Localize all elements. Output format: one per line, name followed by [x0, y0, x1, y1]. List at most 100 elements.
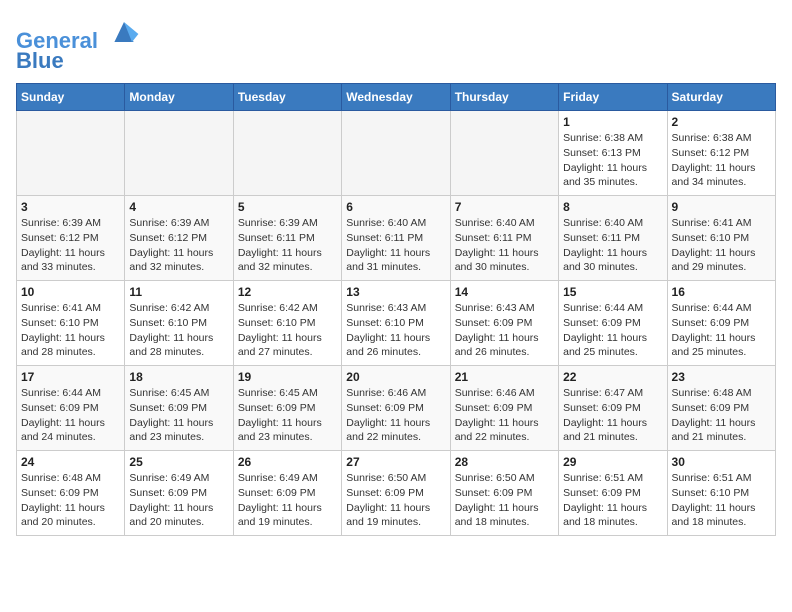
day-number: 19 [238, 370, 337, 384]
column-header-wednesday: Wednesday [342, 84, 450, 111]
day-number: 18 [129, 370, 228, 384]
day-number: 29 [563, 455, 662, 469]
calendar-cell: 14 Sunrise: 6:43 AM Sunset: 6:09 PM Dayli… [450, 281, 558, 366]
day-info: Sunrise: 6:49 AM Sunset: 6:09 PM Dayligh… [238, 471, 337, 530]
day-number: 14 [455, 285, 554, 299]
day-number: 5 [238, 200, 337, 214]
calendar-cell: 11 Sunrise: 6:42 AM Sunset: 6:10 PM Dayli… [125, 281, 233, 366]
day-number: 9 [672, 200, 771, 214]
day-info: Sunrise: 6:43 AM Sunset: 6:09 PM Dayligh… [455, 301, 554, 360]
calendar-week-2: 3Sunrise: 6:39 AM Sunset: 6:12 PM Daylig… [17, 196, 776, 281]
calendar-cell: 9 Sunrise: 6:41 AM Sunset: 6:10 PM Daylig… [667, 196, 775, 281]
day-number: 30 [672, 455, 771, 469]
calendar-week-3: 10 Sunrise: 6:41 AM Sunset: 6:10 PM Dayli… [17, 281, 776, 366]
day-number: 24 [21, 455, 120, 469]
day-info: Sunrise: 6:48 AM Sunset: 6:09 PM Dayligh… [21, 471, 120, 530]
day-number: 1 [563, 115, 662, 129]
day-info: Sunrise: 6:51 AM Sunset: 6:10 PM Dayligh… [672, 471, 771, 530]
day-info: Sunrise: 6:42 AM Sunset: 6:10 PM Dayligh… [238, 301, 337, 360]
day-number: 4 [129, 200, 228, 214]
day-info: Sunrise: 6:50 AM Sunset: 6:09 PM Dayligh… [455, 471, 554, 530]
day-number: 16 [672, 285, 771, 299]
calendar-cell: 8 Sunrise: 6:40 AM Sunset: 6:11 PM Daylig… [559, 196, 667, 281]
calendar-cell [342, 111, 450, 196]
day-info: Sunrise: 6:43 AM Sunset: 6:10 PM Dayligh… [346, 301, 445, 360]
day-number: 21 [455, 370, 554, 384]
calendar-cell: 4Sunrise: 6:39 AM Sunset: 6:12 PM Daylig… [125, 196, 233, 281]
calendar-cell: 1 Sunrise: 6:38 AM Sunset: 6:13 PM Daylig… [559, 111, 667, 196]
day-info: Sunrise: 6:47 AM Sunset: 6:09 PM Dayligh… [563, 386, 662, 445]
calendar-cell: 23 Sunrise: 6:48 AM Sunset: 6:09 PM Dayli… [667, 366, 775, 451]
calendar-cell: 2 Sunrise: 6:38 AM Sunset: 6:12 PM Daylig… [667, 111, 775, 196]
column-header-thursday: Thursday [450, 84, 558, 111]
calendar-cell: 22 Sunrise: 6:47 AM Sunset: 6:09 PM Dayli… [559, 366, 667, 451]
day-info: Sunrise: 6:41 AM Sunset: 6:10 PM Dayligh… [21, 301, 120, 360]
logo: General Blue [16, 16, 140, 73]
calendar-cell: 21Sunrise: 6:46 AM Sunset: 6:09 PM Dayli… [450, 366, 558, 451]
day-info: Sunrise: 6:48 AM Sunset: 6:09 PM Dayligh… [672, 386, 771, 445]
calendar-cell: 7 Sunrise: 6:40 AM Sunset: 6:11 PM Daylig… [450, 196, 558, 281]
day-info: Sunrise: 6:45 AM Sunset: 6:09 PM Dayligh… [129, 386, 228, 445]
calendar-table: SundayMondayTuesdayWednesdayThursdayFrid… [16, 83, 776, 536]
day-number: 12 [238, 285, 337, 299]
calendar-week-4: 17 Sunrise: 6:44 AM Sunset: 6:09 PM Dayli… [17, 366, 776, 451]
day-number: 26 [238, 455, 337, 469]
day-info: Sunrise: 6:42 AM Sunset: 6:10 PM Dayligh… [129, 301, 228, 360]
calendar-cell: 24 Sunrise: 6:48 AM Sunset: 6:09 PM Dayli… [17, 451, 125, 536]
calendar-cell: 30 Sunrise: 6:51 AM Sunset: 6:10 PM Dayli… [667, 451, 775, 536]
day-number: 2 [672, 115, 771, 129]
day-info: Sunrise: 6:44 AM Sunset: 6:09 PM Dayligh… [672, 301, 771, 360]
day-number: 28 [455, 455, 554, 469]
day-info: Sunrise: 6:51 AM Sunset: 6:09 PM Dayligh… [563, 471, 662, 530]
calendar-cell: 28 Sunrise: 6:50 AM Sunset: 6:09 PM Dayli… [450, 451, 558, 536]
day-info: Sunrise: 6:46 AM Sunset: 6:09 PM Dayligh… [346, 386, 445, 445]
logo-icon [108, 16, 140, 48]
calendar-week-5: 24 Sunrise: 6:48 AM Sunset: 6:09 PM Dayli… [17, 451, 776, 536]
day-info: Sunrise: 6:44 AM Sunset: 6:09 PM Dayligh… [563, 301, 662, 360]
day-info: Sunrise: 6:40 AM Sunset: 6:11 PM Dayligh… [455, 216, 554, 275]
column-header-sunday: Sunday [17, 84, 125, 111]
calendar-week-1: 1 Sunrise: 6:38 AM Sunset: 6:13 PM Daylig… [17, 111, 776, 196]
day-number: 10 [21, 285, 120, 299]
day-info: Sunrise: 6:49 AM Sunset: 6:09 PM Dayligh… [129, 471, 228, 530]
day-number: 13 [346, 285, 445, 299]
day-number: 17 [21, 370, 120, 384]
day-info: Sunrise: 6:40 AM Sunset: 6:11 PM Dayligh… [346, 216, 445, 275]
day-info: Sunrise: 6:41 AM Sunset: 6:10 PM Dayligh… [672, 216, 771, 275]
day-info: Sunrise: 6:40 AM Sunset: 6:11 PM Dayligh… [563, 216, 662, 275]
day-number: 15 [563, 285, 662, 299]
day-number: 25 [129, 455, 228, 469]
calendar-cell: 27 Sunrise: 6:50 AM Sunset: 6:09 PM Dayli… [342, 451, 450, 536]
day-number: 7 [455, 200, 554, 214]
day-info: Sunrise: 6:39 AM Sunset: 6:11 PM Dayligh… [238, 216, 337, 275]
calendar-cell: 16 Sunrise: 6:44 AM Sunset: 6:09 PM Dayli… [667, 281, 775, 366]
calendar-cell: 12 Sunrise: 6:42 AM Sunset: 6:10 PM Dayli… [233, 281, 341, 366]
calendar-cell: 5 Sunrise: 6:39 AM Sunset: 6:11 PM Daylig… [233, 196, 341, 281]
day-info: Sunrise: 6:39 AM Sunset: 6:12 PM Dayligh… [21, 216, 120, 275]
day-number: 27 [346, 455, 445, 469]
day-number: 8 [563, 200, 662, 214]
calendar-cell: 18 Sunrise: 6:45 AM Sunset: 6:09 PM Dayli… [125, 366, 233, 451]
calendar-cell: 19Sunrise: 6:45 AM Sunset: 6:09 PM Dayli… [233, 366, 341, 451]
day-info: Sunrise: 6:50 AM Sunset: 6:09 PM Dayligh… [346, 471, 445, 530]
day-number: 6 [346, 200, 445, 214]
calendar-cell: 15 Sunrise: 6:44 AM Sunset: 6:09 PM Dayli… [559, 281, 667, 366]
page-header: General Blue [16, 16, 776, 73]
day-info: Sunrise: 6:38 AM Sunset: 6:12 PM Dayligh… [672, 131, 771, 190]
day-number: 22 [563, 370, 662, 384]
day-number: 23 [672, 370, 771, 384]
calendar-cell [233, 111, 341, 196]
column-header-tuesday: Tuesday [233, 84, 341, 111]
day-info: Sunrise: 6:44 AM Sunset: 6:09 PM Dayligh… [21, 386, 120, 445]
calendar-cell: 25 Sunrise: 6:49 AM Sunset: 6:09 PM Dayli… [125, 451, 233, 536]
calendar-cell [17, 111, 125, 196]
column-header-friday: Friday [559, 84, 667, 111]
column-header-monday: Monday [125, 84, 233, 111]
day-number: 20 [346, 370, 445, 384]
column-header-saturday: Saturday [667, 84, 775, 111]
calendar-cell: 6 Sunrise: 6:40 AM Sunset: 6:11 PM Daylig… [342, 196, 450, 281]
calendar-cell [450, 111, 558, 196]
calendar-cell [125, 111, 233, 196]
day-number: 11 [129, 285, 228, 299]
day-info: Sunrise: 6:38 AM Sunset: 6:13 PM Dayligh… [563, 131, 662, 190]
